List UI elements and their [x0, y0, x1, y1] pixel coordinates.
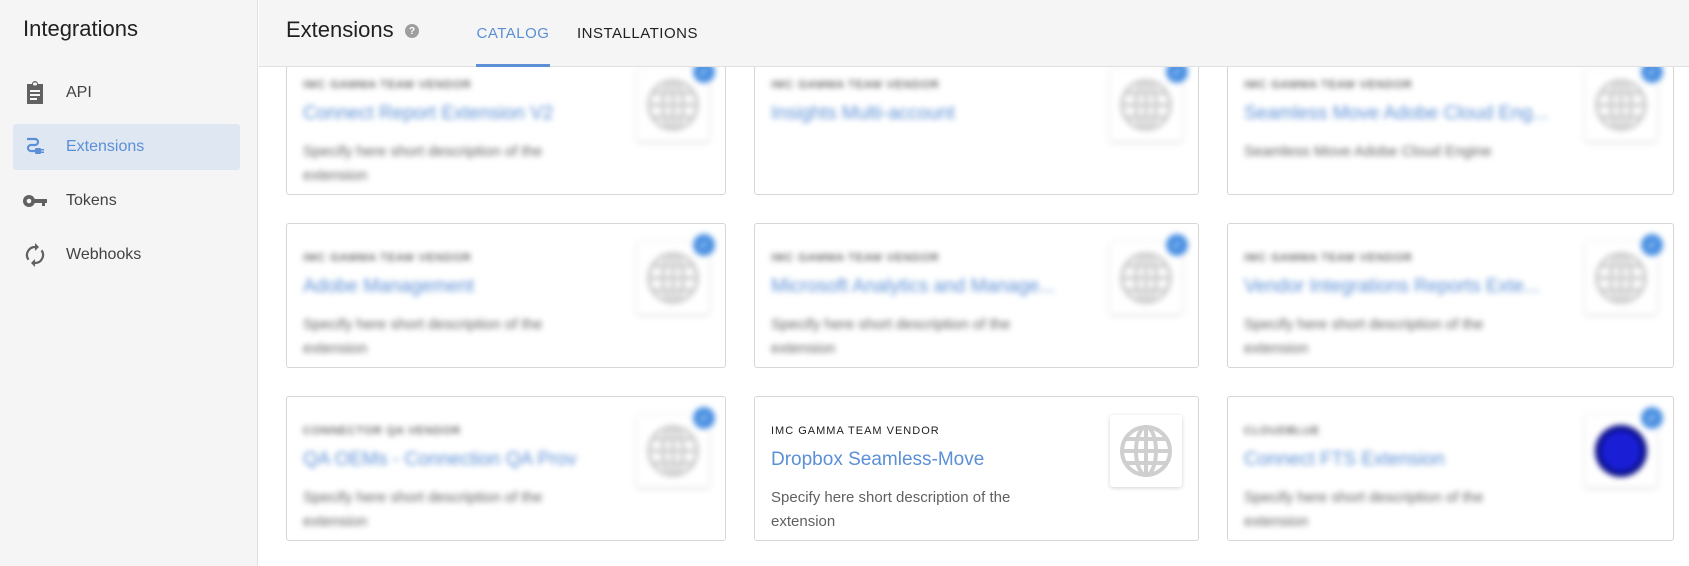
card-description: Specify here short description of the ex… [303, 489, 543, 530]
card-title[interactable]: Connect Report Extension V2 [303, 103, 618, 125]
card-description: Specify here short description of the ex… [303, 316, 543, 357]
sidebar: Integrations API Extensions Tokens Webho… [0, 0, 258, 566]
card-description: Specify here short description of the ex… [771, 316, 1011, 357]
sync-icon [22, 242, 48, 268]
sidebar-item-label: API [66, 84, 92, 101]
card-vendor: CLOUDBLUE [1244, 425, 1321, 437]
card-title[interactable]: Vendor Integrations Reports Exte... [1244, 276, 1559, 298]
sidebar-title: Integrations [23, 16, 138, 41]
card-title[interactable]: Microsoft Analytics and Manage... [771, 276, 1086, 298]
card-title[interactable]: QA OEMs - Connection QA Prov [303, 449, 618, 471]
card-description: Specify here short description of the ex… [1244, 316, 1484, 357]
page-header: Extensions ? CATALOG INSTALLATIONS [259, 0, 1689, 67]
extension-card-grid: IMC GAMMA TEAM VENDOR Connect Report Exte… [286, 67, 1674, 541]
sidebar-item-label: Webhooks [66, 246, 142, 263]
plug-icon [22, 134, 48, 160]
card-title[interactable]: Connect FTS Extension [1244, 449, 1559, 471]
sidebar-item-label: Tokens [66, 192, 117, 209]
sidebar-item-webhooks[interactable]: Webhooks [13, 232, 240, 278]
card-description: Specify here short description of the ex… [1244, 489, 1484, 530]
card-vendor: IMC GAMMA TEAM VENDOR [771, 79, 940, 91]
card-title[interactable]: Insights Multi-account [771, 103, 1086, 125]
sidebar-item-tokens[interactable]: Tokens [13, 178, 240, 224]
help-icon[interactable]: ? [405, 24, 419, 38]
card-title[interactable]: Dropbox Seamless-Move [771, 449, 1086, 471]
extension-card[interactable]: IMC GAMMA TEAM VENDOR Seamless Move Adobe… [1227, 67, 1674, 195]
tab-catalog[interactable]: CATALOG [476, 0, 550, 67]
card-vendor: CONNECTOR QA VENDOR [303, 425, 462, 437]
sidebar-nav: API Extensions Tokens Webhooks [13, 70, 240, 286]
card-vendor: IMC GAMMA TEAM VENDOR [303, 252, 472, 264]
extension-card[interactable]: IMC GAMMA TEAM VENDOR Vendor Integrations… [1227, 223, 1674, 368]
sidebar-item-extensions[interactable]: Extensions [13, 124, 240, 170]
extension-card[interactable]: IMC GAMMA TEAM VENDOR Adobe Management Spe… [286, 223, 726, 368]
extension-card[interactable]: IMC GAMMA TEAM VENDOR Insights Multi-acco… [754, 67, 1199, 195]
key-icon [22, 188, 48, 214]
tab-installations[interactable]: INSTALLATIONS [577, 0, 698, 67]
card-vendor: IMC GAMMA TEAM VENDOR [1244, 252, 1413, 264]
extension-card[interactable]: IMC GAMMA TEAM VENDOR Dropbox Seamless-Mo… [754, 396, 1199, 541]
card-title[interactable]: Adobe Management [303, 276, 618, 298]
extension-card[interactable]: CONNECTOR QA VENDOR QA OEMs - Connection … [286, 396, 726, 541]
check-icon: ✓ [691, 232, 717, 258]
globe-icon [1110, 415, 1182, 487]
sidebar-item-label: Extensions [66, 138, 145, 155]
extension-card[interactable]: IMC GAMMA TEAM VENDOR Microsoft Analytics… [754, 223, 1199, 368]
check-icon: ✓ [691, 405, 717, 431]
card-vendor: IMC GAMMA TEAM VENDOR [1244, 79, 1413, 91]
check-icon: ✓ [1164, 232, 1190, 258]
check-icon: ✓ [1639, 232, 1665, 258]
card-description: Specify here short description of the ex… [771, 489, 1011, 530]
clipboard-icon [22, 80, 48, 106]
extension-card[interactable]: IMC GAMMA TEAM VENDOR Connect Report Exte… [286, 67, 726, 195]
extension-card[interactable]: CLOUDBLUE Connect FTS Extension Specify he… [1227, 396, 1674, 541]
card-vendor: IMC GAMMA TEAM VENDOR [303, 79, 472, 91]
card-description: Seamless Move Adobe Cloud Engine [1244, 143, 1492, 160]
card-vendor: IMC GAMMA TEAM VENDOR [771, 425, 940, 437]
card-description: Specify here short description of the ex… [303, 143, 543, 184]
card-vendor: IMC GAMMA TEAM VENDOR [771, 252, 940, 264]
card-title[interactable]: Seamless Move Adobe Cloud Eng... [1244, 103, 1559, 125]
page-title: Extensions [286, 17, 394, 42]
check-icon: ✓ [1639, 405, 1665, 431]
catalog-content: IMC GAMMA TEAM VENDOR Connect Report Exte… [259, 67, 1689, 566]
sidebar-item-api[interactable]: API [13, 70, 240, 116]
